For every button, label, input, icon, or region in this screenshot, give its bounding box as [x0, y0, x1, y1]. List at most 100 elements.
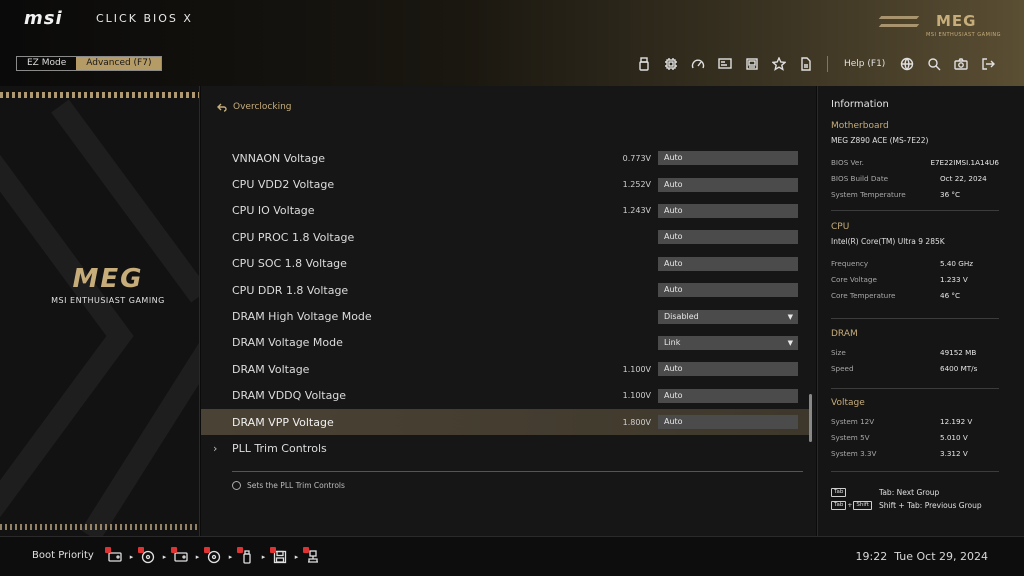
keyhint-text: Tab: Next Group: [879, 487, 940, 497]
hdd-icon[interactable]: [105, 547, 124, 566]
help-divider: [232, 471, 803, 472]
boot-device-badge: [303, 547, 309, 553]
product-title: CLICK BIOS X: [96, 12, 193, 25]
dram-section: DRAM Size 49152 MB Speed 6400 MT/s: [831, 329, 999, 376]
setting-input[interactable]: Auto: [658, 283, 798, 298]
setting-label: CPU VDD2 Voltage: [232, 178, 335, 192]
info-item: System 5V 5.010 V: [831, 429, 999, 445]
globe-icon[interactable]: [893, 54, 920, 74]
info-item: Frequency 5.40 GHz: [831, 255, 999, 271]
hdd-icon[interactable]: [171, 547, 190, 566]
cpu-chip-icon[interactable]: [657, 54, 684, 74]
info-key: System Temperature: [831, 189, 906, 199]
ez-mode-button[interactable]: EZ Mode: [17, 57, 76, 70]
setting-input[interactable]: Auto: [658, 230, 798, 245]
background-pattern: [0, 99, 199, 536]
voltage-section: Voltage System 12V 12.192 V System 5V 5.010…: [831, 398, 999, 461]
clock: 19:22 Tue Oct 29, 2024: [856, 550, 989, 563]
camera-icon[interactable]: [947, 54, 974, 74]
settings-list: VNNAON Voltage 0.773V Auto CPU VDD2 Voltage…: [201, 145, 809, 462]
speedometer-icon[interactable]: [684, 54, 711, 74]
setting-input[interactable]: Auto: [658, 415, 798, 430]
setting-row[interactable]: DRAM VDDQ Voltage 1.100V Auto: [201, 383, 809, 409]
setting-label: DRAM VDDQ Voltage: [232, 389, 347, 403]
memory-icon[interactable]: [738, 54, 765, 74]
setting-value: Auto: [664, 153, 683, 163]
network-icon[interactable]: [303, 547, 322, 566]
meg-logo: MEG MSI ENTHUSIAST GAMING: [48, 264, 168, 305]
mode-switch: EZ Mode Advanced (F7): [16, 56, 163, 71]
meg-stripes: [878, 16, 920, 32]
section-divider: [831, 471, 999, 472]
info-key: System 3.3V: [831, 448, 877, 458]
info-key: BIOS Build Date: [831, 173, 889, 183]
setting-input[interactable]: Auto: [658, 388, 798, 403]
document-icon[interactable]: [792, 54, 819, 74]
setting-input[interactable]: Auto: [658, 177, 798, 192]
motherboard-section: Motherboard MEG Z890 ACE (MS-7E22) BIOS …: [831, 121, 999, 202]
info-key: Speed: [831, 363, 854, 373]
setting-value: Auto: [664, 232, 683, 242]
info-item: BIOS Build Date Oct 22, 2024: [831, 170, 999, 186]
optical-disc-icon[interactable]: [204, 547, 223, 566]
setting-label: DRAM VPP Voltage: [232, 415, 334, 429]
setting-label: DRAM Voltage: [232, 362, 310, 376]
setting-input[interactable]: Auto: [658, 203, 798, 218]
setting-row[interactable]: DRAM Voltage 1.100V Auto: [201, 356, 809, 382]
floppy-icon[interactable]: [270, 547, 289, 566]
dropdown-arrow-icon: ▼: [787, 338, 793, 347]
setting-row[interactable]: CPU PROC 1.8 Voltage Auto: [201, 224, 809, 250]
setting-input[interactable]: Auto: [658, 362, 798, 377]
tab-key: Tab: [831, 500, 847, 510]
help-button[interactable]: Help (F1): [836, 59, 893, 69]
section-divider: [831, 388, 999, 389]
boot-device-badge: [105, 547, 111, 553]
setting-row[interactable]: DRAM Voltage Mode Link ▼: [201, 330, 809, 356]
dram-heading: DRAM: [831, 329, 858, 339]
info-item: Core Voltage 1.233 V: [831, 271, 999, 287]
info-key: Frequency: [831, 258, 869, 268]
search-icon[interactable]: [920, 54, 947, 74]
item-help: Sets the PLL Trim Controls: [232, 481, 345, 490]
boot-order-arrow-icon: ▸: [261, 553, 266, 561]
scrollbar[interactable]: [809, 394, 812, 442]
setting-row[interactable]: DRAM High Voltage Mode Disabled ▼: [201, 303, 809, 329]
current-voltage: 1.100V: [622, 364, 651, 374]
boot-device-badge: [204, 547, 210, 553]
tab-key: Tab: [831, 487, 847, 497]
boot-order-arrow-icon: ▸: [228, 553, 233, 561]
setting-row[interactable]: VNNAON Voltage 0.773V Auto: [201, 145, 809, 171]
setting-row[interactable]: DRAM VPP Voltage 1.800V Auto: [201, 408, 809, 436]
section-divider: [831, 210, 999, 211]
setting-row[interactable]: CPU VDD2 Voltage 1.252V Auto: [201, 171, 809, 197]
setting-dropdown[interactable]: Link ▼: [658, 335, 798, 350]
info-key: System 12V: [831, 416, 875, 426]
usb-drive-icon[interactable]: [237, 547, 256, 566]
breadcrumb[interactable]: Overclocking: [217, 102, 291, 112]
motherboard-model: MEG Z890 ACE (MS-7E22): [831, 136, 929, 145]
setting-row[interactable]: CPU SOC 1.8 Voltage Auto: [201, 251, 809, 277]
info-item: Size 49152 MB: [831, 344, 999, 360]
optical-disc-icon[interactable]: [138, 547, 157, 566]
submenu-pll-trim-controls[interactable]: › PLL Trim Controls: [201, 435, 809, 461]
exit-icon[interactable]: [974, 54, 1001, 74]
setting-dropdown[interactable]: Disabled ▼: [658, 309, 798, 324]
info-value: Oct 22, 2024: [940, 173, 987, 183]
current-voltage: 1.800V: [622, 417, 651, 427]
star-icon[interactable]: [765, 54, 792, 74]
setting-value: Auto: [664, 417, 683, 427]
shift-key: Shift: [853, 500, 872, 510]
setting-input[interactable]: Auto: [658, 151, 798, 166]
setting-input[interactable]: Auto: [658, 256, 798, 271]
setting-row[interactable]: CPU DDR 1.8 Voltage Auto: [201, 277, 809, 303]
gold-stripe-bottom: [0, 524, 199, 530]
setting-row[interactable]: CPU IO Voltage 1.243V Auto: [201, 198, 809, 224]
boot-order-arrow-icon: ▸: [162, 553, 167, 561]
hardware-monitor-icon[interactable]: [711, 54, 738, 74]
setting-value: Link: [664, 337, 681, 347]
usb-drive-icon[interactable]: [630, 54, 657, 74]
clock-date: Tue Oct 29, 2024: [894, 550, 988, 563]
advanced-mode-button[interactable]: Advanced (F7): [76, 57, 162, 70]
plus-sign: +: [847, 501, 853, 509]
boot-order-arrow-icon: ▸: [195, 553, 200, 561]
